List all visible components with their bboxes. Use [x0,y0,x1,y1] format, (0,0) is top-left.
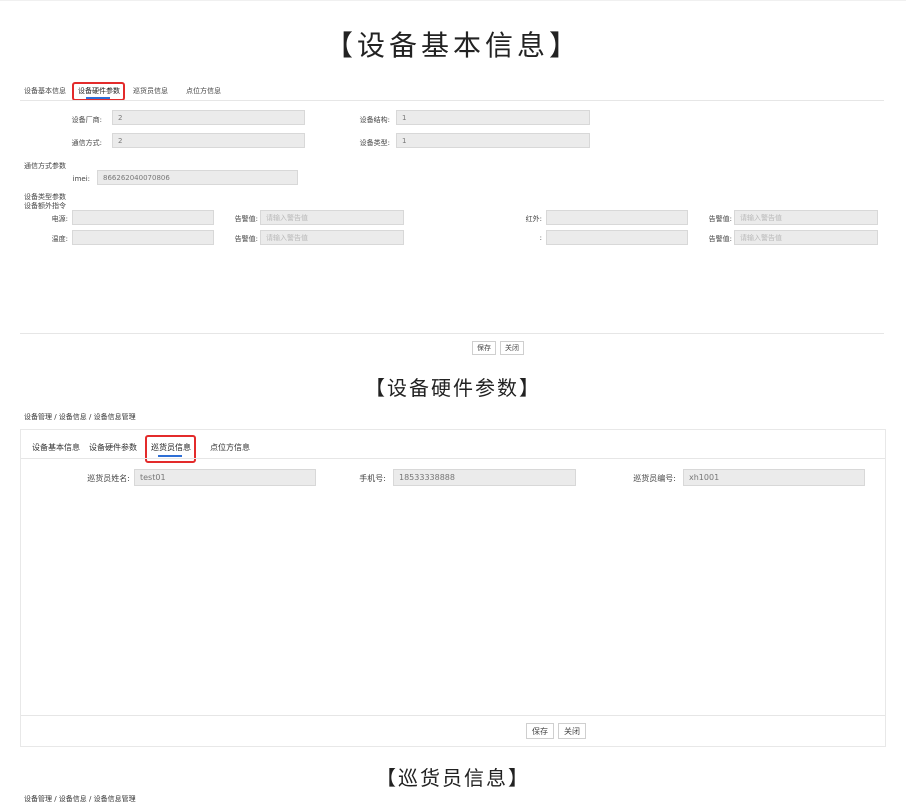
tab-location-info[interactable]: 点位方信息 [186,86,221,96]
comm-method-label: 通信方式: [71,139,102,147]
infrared-alarm-field[interactable]: 请输入警告值 [734,210,878,225]
extra-command-heading: 设备额外指令 [24,202,66,210]
breadcrumb: 设备管理 / 设备信息 / 设备信息管理 [24,795,136,803]
temperature-field[interactable] [72,230,214,245]
imei-label: imei: [72,175,90,183]
patroller-name-field[interactable]: test01 [134,469,316,486]
temperature-alarm-field[interactable]: 请输入警告值 [260,230,404,245]
phone-field[interactable]: 18533338888 [393,469,576,486]
power-alarm-label: 告警值: [234,215,258,223]
infrared-alarm-label: 告警值: [708,215,732,223]
structure-label: 设备结构: [359,116,390,124]
save-button[interactable]: 保存 [526,723,554,739]
unnamed-param-field[interactable] [546,230,688,245]
comm-method-field[interactable]: 2 [112,133,305,148]
tab-basic-info[interactable]: 设备基本信息 [32,442,80,453]
manufacturer-label: 设备厂商: [71,116,102,124]
section-title-basic-info: 【设备基本信息】 [324,29,581,62]
highlight-box [72,82,125,101]
section-title-hardware-params: 【设备硬件参数】 [365,376,541,400]
temperature-label: 温度: [51,235,68,243]
breadcrumb: 设备管理 / 设备信息 / 设备信息管理 [24,413,136,421]
footer-divider [21,715,885,716]
tab-basic-info[interactable]: 设备基本信息 [24,86,66,96]
tab-patroller-info[interactable]: 巡货员信息 [133,86,168,96]
tab-divider [21,458,885,459]
tab-hardware-params[interactable]: 设备硬件参数 [89,442,137,453]
patroller-code-label: 巡货员编号: [633,474,676,483]
top-divider [0,0,906,1]
power-alarm-field[interactable]: 请输入警告值 [260,210,404,225]
power-label: 电源: [51,215,68,223]
temperature-alarm-label: 告警值: [234,235,258,243]
save-button[interactable]: 保存 [472,341,496,355]
close-button[interactable]: 关闭 [500,341,524,355]
patroller-name-label: 巡货员姓名: [87,474,130,483]
comm-params-heading: 通信方式参数 [24,162,66,170]
tab-divider [20,100,884,101]
unnamed-alarm-label: 告警值: [708,235,732,243]
manufacturer-field[interactable]: 2 [112,110,305,125]
structure-field[interactable]: 1 [396,110,590,125]
close-button[interactable]: 关闭 [558,723,586,739]
tab-location-info[interactable]: 点位方信息 [210,442,250,453]
section-title-patroller-info: 【巡货员信息】 [376,766,530,790]
device-type-field[interactable]: 1 [396,133,590,148]
imei-field[interactable]: 866262040070806 [97,170,298,185]
footer-divider [20,333,884,334]
phone-label: 手机号: [359,474,386,483]
patroller-code-field[interactable]: xh1001 [683,469,865,486]
device-type-label: 设备类型: [359,139,390,147]
power-field[interactable] [72,210,214,225]
infrared-field[interactable] [546,210,688,225]
infrared-label: 红外: [525,215,542,223]
unnamed-param-label: : [539,234,542,242]
unnamed-alarm-field[interactable]: 请输入警告值 [734,230,878,245]
